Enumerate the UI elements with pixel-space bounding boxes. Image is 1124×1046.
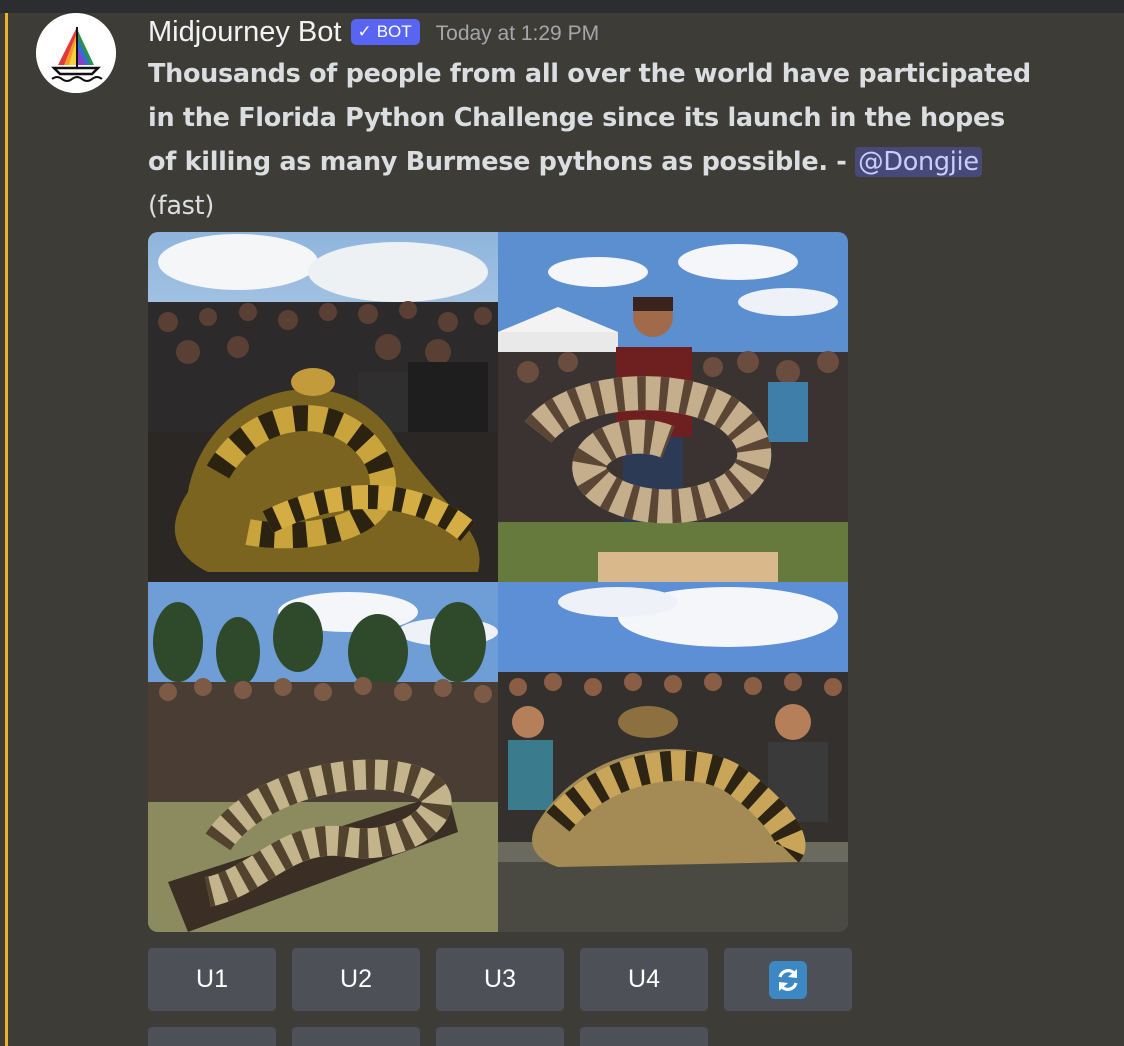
upscale-2-button[interactable]: U2 bbox=[292, 948, 420, 1011]
author-name[interactable]: Midjourney Bot bbox=[148, 16, 341, 49]
prompt-line: of killing as many Burmese pythons as po… bbox=[148, 140, 1048, 184]
generated-image-3[interactable] bbox=[148, 582, 498, 932]
variation-buttons-row bbox=[148, 1027, 708, 1046]
message-view: Midjourney Bot ✓ BOT Today at 1:29 PM Th… bbox=[0, 0, 1124, 1046]
verified-check-icon: ✓ bbox=[357, 22, 372, 41]
generation-mode: (fast) bbox=[148, 191, 214, 221]
refresh-icon bbox=[769, 960, 807, 999]
action-buttons-row: U1 U2 U3 U4 bbox=[148, 948, 852, 1011]
generated-image-2[interactable] bbox=[498, 232, 848, 582]
prompt-line: in the Florida Python Challenge since it… bbox=[148, 103, 1005, 133]
variation-3-button[interactable] bbox=[436, 1027, 564, 1046]
message-header: Midjourney Bot ✓ BOT Today at 1:29 PM bbox=[148, 13, 599, 51]
variation-1-button[interactable] bbox=[148, 1027, 276, 1046]
reroll-button[interactable] bbox=[724, 948, 852, 1011]
message-timestamp[interactable]: Today at 1:29 PM bbox=[436, 22, 599, 46]
variation-2-button[interactable] bbox=[292, 1027, 420, 1046]
bot-badge: ✓ BOT bbox=[351, 19, 420, 45]
upscale-1-button[interactable]: U1 bbox=[148, 948, 276, 1011]
prompt-line: Thousands of people from all over the wo… bbox=[148, 59, 1031, 89]
image-grid-attachment[interactable] bbox=[148, 232, 848, 932]
sailboat-icon bbox=[36, 13, 116, 93]
user-mention[interactable]: @Dongjie bbox=[855, 147, 982, 177]
upscale-4-button[interactable]: U4 bbox=[580, 948, 708, 1011]
top-divider bbox=[0, 0, 1124, 13]
bot-avatar[interactable] bbox=[36, 13, 116, 93]
message-content: Thousands of people from all over the wo… bbox=[148, 52, 1048, 228]
variation-4-button[interactable] bbox=[580, 1027, 708, 1046]
bot-badge-label: BOT bbox=[376, 22, 412, 41]
generated-image-1[interactable] bbox=[148, 232, 498, 582]
prompt-line-text: of killing as many Burmese pythons as po… bbox=[148, 147, 856, 177]
mention-highlight-bar bbox=[5, 13, 8, 1046]
generated-image-4[interactable] bbox=[498, 582, 848, 932]
upscale-3-button[interactable]: U3 bbox=[436, 948, 564, 1011]
